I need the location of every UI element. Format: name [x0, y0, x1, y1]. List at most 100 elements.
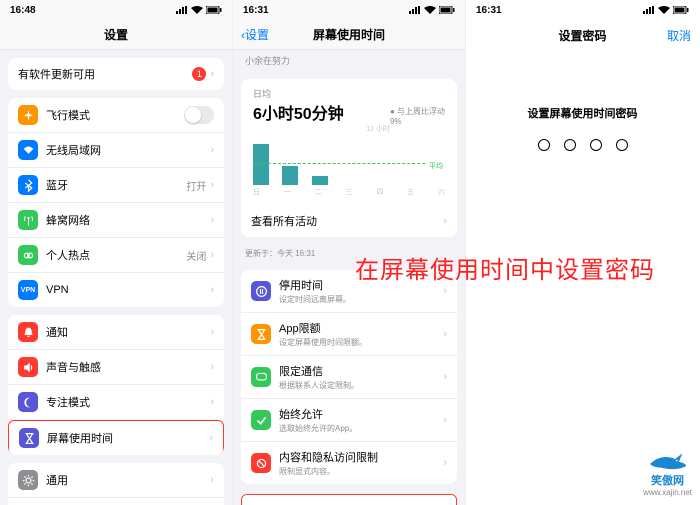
row-software-update[interactable]: 有软件更新可用 1 ›	[8, 58, 224, 90]
row-cellular[interactable]: 蜂窝网络 ›	[8, 203, 224, 238]
row-label: VPN	[46, 284, 210, 296]
wifi-icon	[18, 140, 38, 160]
row-label: 停用时间设定时间远离屏幕。	[279, 277, 443, 305]
row-label: 屏幕使用时间	[47, 430, 209, 446]
row-control-center[interactable]: 控制中心 ›	[8, 498, 224, 505]
row-always-allowed[interactable]: 始终允许选取始终允许的App。 ›	[241, 399, 457, 442]
status-bar: 16:48	[0, 0, 232, 20]
chevron-right-icon: ›	[443, 215, 447, 227]
gear-icon	[18, 470, 38, 490]
compare-text: ● 与上周比浮动9%	[390, 106, 445, 126]
row-label: 通知	[46, 324, 210, 340]
status-time: 16:48	[10, 5, 36, 16]
row-screen-time[interactable]: 屏幕使用时间 ›	[8, 420, 224, 455]
nav-bar: 设置密码 取消	[466, 20, 699, 50]
row-label: 蓝牙	[46, 177, 186, 193]
bell-icon	[18, 322, 38, 342]
chevron-right-icon: ›	[443, 328, 447, 340]
row-airplane-mode[interactable]: 飞行模式	[8, 98, 224, 133]
chevron-right-icon: ›	[443, 414, 447, 426]
set-passcode-link[interactable]: 为屏幕使用时间设置密码	[242, 495, 456, 505]
chevron-right-icon: ›	[210, 361, 214, 373]
chevron-right-icon: ›	[210, 179, 214, 191]
row-hotspot[interactable]: 个人热点 关闭 ›	[8, 238, 224, 273]
nav-bar: 设置	[0, 20, 232, 50]
status-bar: 16:31	[466, 0, 699, 20]
status-icons	[409, 6, 455, 14]
row-label: 无线局域网	[46, 142, 206, 158]
speaker-icon	[18, 357, 38, 377]
antenna-icon	[18, 210, 38, 230]
row-vpn[interactable]: VPN VPN ›	[8, 273, 224, 307]
row-content-privacy[interactable]: 内容和隐私访问限制限制显式内容。 ›	[241, 442, 457, 484]
chevron-right-icon: ›	[210, 326, 214, 338]
back-button[interactable]: ‹ 设置	[241, 26, 269, 43]
chevron-right-icon: ›	[210, 214, 214, 226]
chevron-right-icon: ›	[210, 68, 214, 80]
chevron-right-icon: ›	[210, 249, 214, 261]
row-label: 内容和隐私访问限制限制显式内容。	[279, 449, 443, 477]
daily-average-card[interactable]: 日均 6小时50分钟 ● 与上周比浮动9% 12 小时 平均 日一二三四五六	[241, 79, 457, 205]
row-label: 有软件更新可用	[18, 66, 192, 82]
chevron-right-icon: ›	[443, 285, 447, 297]
chevron-right-icon: ›	[209, 432, 213, 444]
pause-icon	[251, 281, 271, 301]
vpn-icon: VPN	[18, 280, 38, 300]
passcode-dot	[564, 139, 576, 151]
row-app-limits[interactable]: App限额设定屏幕使用时间限额。 ›	[241, 313, 457, 356]
row-label: 个人热点	[46, 247, 186, 263]
row-downtime[interactable]: 停用时间设定时间远离屏幕。 ›	[241, 270, 457, 313]
airplane-toggle[interactable]	[184, 106, 214, 124]
user-name: 小余在努力	[233, 50, 465, 71]
chevron-right-icon: ›	[210, 144, 214, 156]
bluetooth-icon	[18, 175, 38, 195]
row-notifications[interactable]: 通知 ›	[8, 315, 224, 350]
row-sounds[interactable]: 声音与触感 ›	[8, 350, 224, 385]
row-view-all-activity[interactable]: 查看所有活动 ›	[241, 205, 457, 237]
usage-chart: 平均	[253, 140, 445, 185]
hotspot-icon	[18, 245, 38, 265]
avg-label: 平均	[427, 161, 445, 171]
row-label: 专注模式	[46, 394, 210, 410]
check-icon	[251, 410, 271, 430]
row-label: 蜂窝网络	[46, 212, 210, 228]
page-title: 设置	[104, 26, 128, 43]
row-label: 查看所有活动	[251, 213, 443, 229]
row-label: 声音与触感	[46, 359, 210, 375]
chevron-right-icon: ›	[210, 396, 214, 408]
row-general[interactable]: 通用 ›	[8, 463, 224, 498]
chevron-right-icon: ›	[210, 284, 214, 296]
page-title: 屏幕使用时间	[313, 26, 385, 43]
row-label: App限额设定屏幕使用时间限额。	[279, 320, 443, 348]
passcode-dot	[538, 139, 550, 151]
status-icons	[643, 6, 689, 14]
status-icons	[176, 6, 222, 14]
row-label: 限定通信根据联系人设定限制。	[279, 363, 443, 391]
hourglass-icon	[19, 428, 39, 448]
passcode-dots[interactable]	[538, 139, 628, 151]
row-label: 飞行模式	[46, 107, 184, 123]
row-focus[interactable]: 专注模式 ›	[8, 385, 224, 420]
row-label: 通用	[46, 472, 210, 488]
cancel-button[interactable]: 取消	[667, 27, 691, 44]
passcode-dot	[590, 139, 602, 151]
nav-bar: ‹ 设置 屏幕使用时间	[233, 20, 465, 50]
passcode-prompt: 设置屏幕使用时间密码	[528, 105, 638, 121]
airplane-icon	[18, 105, 38, 125]
update-badge: 1	[192, 67, 206, 81]
day-labels: 日一二三四五六	[253, 187, 445, 197]
row-communication-limits[interactable]: 限定通信根据联系人设定限制。 ›	[241, 356, 457, 399]
moon-icon	[18, 392, 38, 412]
status-time: 16:31	[476, 5, 502, 16]
hourglass-icon	[251, 324, 271, 344]
chevron-right-icon: ›	[210, 474, 214, 486]
row-bluetooth[interactable]: 蓝牙 打开 ›	[8, 168, 224, 203]
row-label: 始终允许选取始终允许的App。	[279, 406, 443, 434]
status-time: 16:31	[243, 5, 269, 16]
page-title: 设置密码	[558, 27, 606, 44]
row-wifi[interactable]: 无线局域网 ›	[8, 133, 224, 168]
chevron-right-icon: ›	[443, 371, 447, 383]
daily-label: 日均	[253, 87, 445, 100]
updated-timestamp: 更新于：今天 16:31	[233, 245, 465, 262]
chevron-right-icon: ›	[443, 457, 447, 469]
